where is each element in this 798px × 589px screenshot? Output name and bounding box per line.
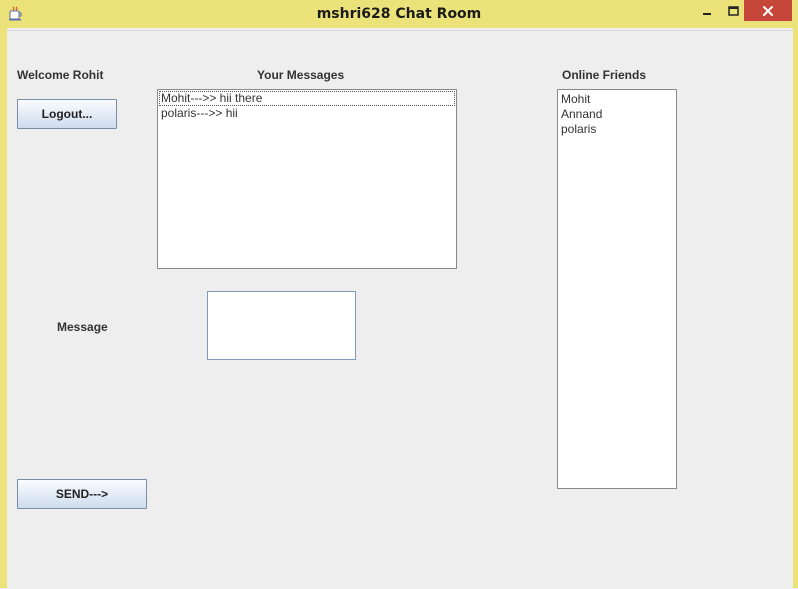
maximize-icon [727,5,739,16]
messages-heading: Your Messages [257,68,345,82]
close-button[interactable] [744,0,792,21]
message-item[interactable]: polaris--->> hii [159,106,455,121]
message-label: Message [57,320,108,334]
window-frame-left [0,28,7,588]
friends-list[interactable]: Mohit Annand polaris [557,89,677,489]
friend-item[interactable]: polaris [559,122,675,137]
close-icon [763,5,773,16]
minimize-button[interactable] [694,0,720,21]
message-item[interactable]: Mohit--->> hii there [159,91,455,106]
friend-item[interactable]: Mohit [559,92,675,107]
welcome-label: Welcome Rohit [17,68,104,82]
window-frame-right [793,28,798,588]
friend-item[interactable]: Annand [559,107,675,122]
message-input[interactable] [207,291,356,360]
maximize-button[interactable] [720,0,746,21]
minimize-icon [703,12,711,15]
messages-list[interactable]: Mohit--->> hii there polaris--->> hii [157,89,457,269]
window-title: mshri628 Chat Room [316,6,482,22]
friends-heading: Online Friends [562,68,647,82]
chat-room-window: mshri628 Chat Room Welcome Rohit Your Me… [0,0,798,589]
logout-button[interactable]: Logout... [17,99,117,129]
send-button[interactable]: SEND---> [17,479,147,509]
